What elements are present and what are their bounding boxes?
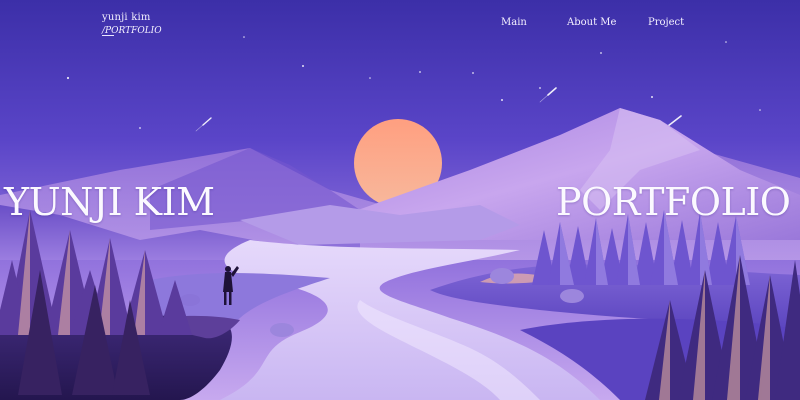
nav-main[interactable]: Main bbox=[501, 17, 527, 28]
portfolio-page: yunji kim /PORTFOLIO Main About Me Proje… bbox=[0, 0, 800, 400]
logo-underline bbox=[102, 35, 114, 36]
nav-project[interactable]: Project bbox=[648, 17, 684, 28]
nav-about-me[interactable]: About Me bbox=[567, 17, 616, 28]
main-navigation: Main About Me Project bbox=[0, 17, 800, 31]
hero-title-name: YUNJI KIM bbox=[4, 180, 215, 224]
hero-title-portfolio: PORTFOLIO bbox=[556, 180, 791, 224]
